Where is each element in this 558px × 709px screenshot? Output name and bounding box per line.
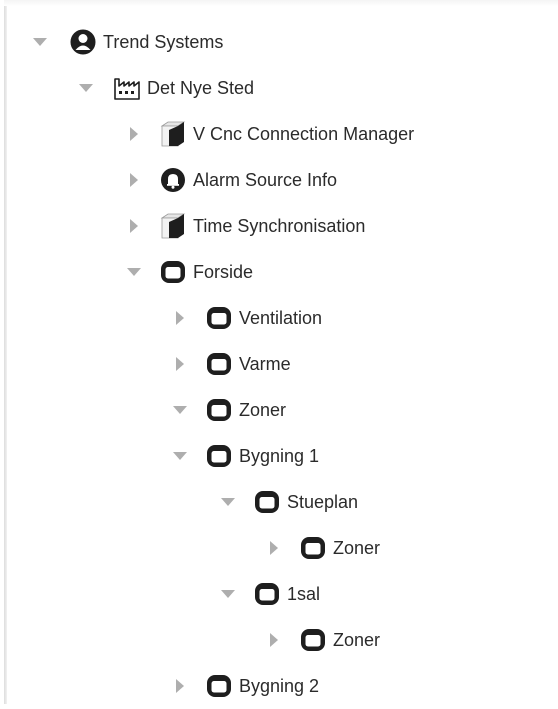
tree-node-time-synchronisation[interactable]: Time Synchronisation — [124, 203, 365, 249]
tree-node-stueplan-zoner[interactable]: Zoner — [264, 525, 380, 571]
tree-node-label: Bygning 2 — [239, 675, 320, 696]
tree-node-label: Zoner — [333, 537, 381, 558]
tree-node-label: Det Nye Sted — [147, 77, 255, 98]
tree-node-label: Zoner — [239, 399, 287, 420]
folder-icon — [204, 395, 234, 425]
expand-down-icon[interactable] — [76, 78, 96, 98]
tree-node-ventilation[interactable]: Ventilation — [170, 295, 322, 341]
expand-down-icon[interactable] — [218, 492, 238, 512]
tree-node-stueplan[interactable]: Stueplan — [218, 479, 358, 525]
expand-down-icon[interactable] — [30, 32, 50, 52]
tree-node-label: Alarm Source Info — [193, 169, 338, 190]
tree-node-varme[interactable]: Varme — [170, 341, 291, 387]
expand-down-icon[interactable] — [124, 262, 144, 282]
tree-node-1sal[interactable]: 1sal — [218, 571, 320, 617]
tree-node-trend-systems[interactable]: Trend Systems — [30, 19, 223, 65]
tree-node-vcnc-connection-manager[interactable]: V Cnc Connection Manager — [124, 111, 414, 157]
tree-node-label: 1sal — [287, 583, 321, 604]
folder-icon — [204, 441, 234, 471]
tree-node-det-nye-sted[interactable]: Det Nye Sted — [76, 65, 254, 111]
expand-right-icon[interactable] — [264, 630, 284, 650]
folder-icon — [204, 349, 234, 379]
person-icon — [68, 27, 98, 57]
folder-icon — [298, 625, 328, 655]
tree-node-label: Stueplan — [287, 491, 359, 512]
tree-node-bygning-1[interactable]: Bygning 1 — [170, 433, 319, 479]
tree-node-zoner[interactable]: Zoner — [170, 387, 286, 433]
cube-icon — [158, 211, 188, 241]
tree-node-label: Forside — [193, 261, 254, 282]
panel-left-edge — [4, 6, 7, 704]
tree-node-bygning-2[interactable]: Bygning 2 — [170, 663, 319, 709]
expand-right-icon[interactable] — [170, 676, 190, 696]
tree-node-1sal-zoner[interactable]: Zoner — [264, 617, 380, 663]
expand-right-icon[interactable] — [124, 124, 144, 144]
expand-right-icon[interactable] — [170, 308, 190, 328]
folder-icon — [298, 533, 328, 563]
expand-right-icon[interactable] — [124, 170, 144, 190]
expand-down-icon[interactable] — [218, 584, 238, 604]
tree-node-alarm-source-info[interactable]: Alarm Source Info — [124, 157, 337, 203]
tree-node-label: Time Synchronisation — [193, 215, 366, 236]
tree-node-label: Trend Systems — [103, 31, 224, 52]
factory-icon — [112, 73, 142, 103]
tree-node-label: Varme — [239, 353, 291, 374]
tree-node-label: Zoner — [333, 629, 381, 650]
tree-node-label: Ventilation — [239, 307, 323, 328]
expand-right-icon[interactable] — [170, 354, 190, 374]
tree-node-label: Bygning 1 — [239, 445, 320, 466]
nav-tree-panel: Trend Systems Det Nye Sted V Cnc Connect… — [0, 0, 558, 704]
folder-icon — [204, 303, 234, 333]
folder-icon — [252, 487, 282, 517]
cube-icon — [158, 119, 188, 149]
bell-icon — [158, 165, 188, 195]
expand-down-icon[interactable] — [170, 446, 190, 466]
panel-top-edge — [4, 0, 558, 6]
expand-right-icon[interactable] — [264, 538, 284, 558]
tree-node-label: V Cnc Connection Manager — [193, 123, 415, 144]
folder-icon — [204, 671, 234, 701]
folder-icon — [252, 579, 282, 609]
expand-down-icon[interactable] — [170, 400, 190, 420]
expand-right-icon[interactable] — [124, 216, 144, 236]
folder-icon — [158, 257, 188, 287]
tree-node-forside[interactable]: Forside — [124, 249, 253, 295]
